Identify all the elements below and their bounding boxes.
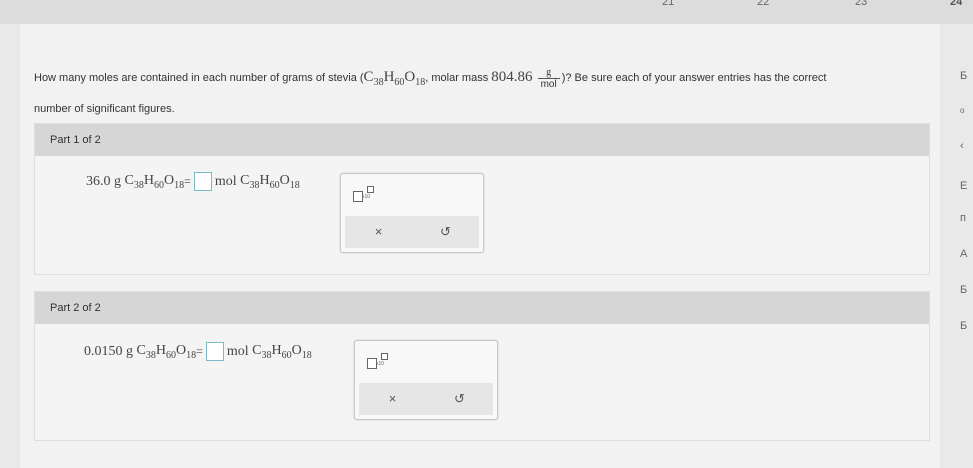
part-1-formula: C38H60O18 bbox=[124, 172, 185, 191]
part-2-header: Part 2 of 2 bbox=[35, 292, 929, 324]
top-number[interactable]: 24 bbox=[950, 0, 962, 8]
part-1-answer-input[interactable] bbox=[193, 172, 212, 191]
side-tool-icon[interactable]: ‹ bbox=[960, 140, 964, 152]
side-tool-icon[interactable]: Б bbox=[960, 320, 967, 332]
molar-mass-unit: g mol bbox=[537, 67, 560, 90]
clear-button[interactable]: × bbox=[345, 216, 412, 248]
part-1-toolbox: x10 × ↺ bbox=[340, 173, 484, 253]
side-tool-icon[interactable]: п bbox=[960, 212, 966, 224]
part-2-answer-input[interactable] bbox=[205, 342, 224, 361]
part-1-header: Part 1 of 2 bbox=[35, 124, 929, 156]
top-number[interactable]: 22 bbox=[757, 0, 769, 8]
side-tool-icon[interactable]: Е bbox=[960, 180, 967, 192]
part-1-result-formula: C38H60O18 bbox=[240, 172, 300, 191]
top-strip: 21 22 23 24 bbox=[0, 0, 973, 24]
scientific-notation-button[interactable]: x10 bbox=[353, 186, 375, 202]
undo-button[interactable]: ↺ bbox=[426, 383, 493, 415]
part-2-result-formula: C38H60O18 bbox=[252, 342, 312, 361]
part-2-formula: C38H60O18 bbox=[136, 342, 197, 361]
side-tool-icon[interactable]: А bbox=[960, 248, 967, 260]
scientific-notation-button[interactable]: x10 bbox=[367, 353, 389, 369]
stevia-formula: C38H60O18 bbox=[363, 69, 426, 88]
part-2-equation: 0.0150 g C38H60O18 = mol C38H60O18 bbox=[84, 342, 312, 361]
side-tool-icon[interactable]: о bbox=[960, 106, 964, 115]
undo-button[interactable]: ↺ bbox=[412, 216, 479, 248]
question-text: How many moles are contained in each num… bbox=[34, 66, 827, 115]
part-2-toolbox: x10 × ↺ bbox=[354, 340, 498, 420]
side-tool-icon[interactable]: Б bbox=[960, 70, 967, 82]
top-number[interactable]: 23 bbox=[855, 0, 867, 8]
molar-mass-value: 804.86 bbox=[491, 69, 533, 85]
part-1-equation: 36.0 g C38H60O18 = mol C38H60O18 bbox=[86, 172, 300, 191]
clear-button[interactable]: × bbox=[359, 383, 426, 415]
side-tool-icon[interactable]: Б bbox=[960, 284, 967, 296]
top-number[interactable]: 21 bbox=[662, 0, 674, 8]
